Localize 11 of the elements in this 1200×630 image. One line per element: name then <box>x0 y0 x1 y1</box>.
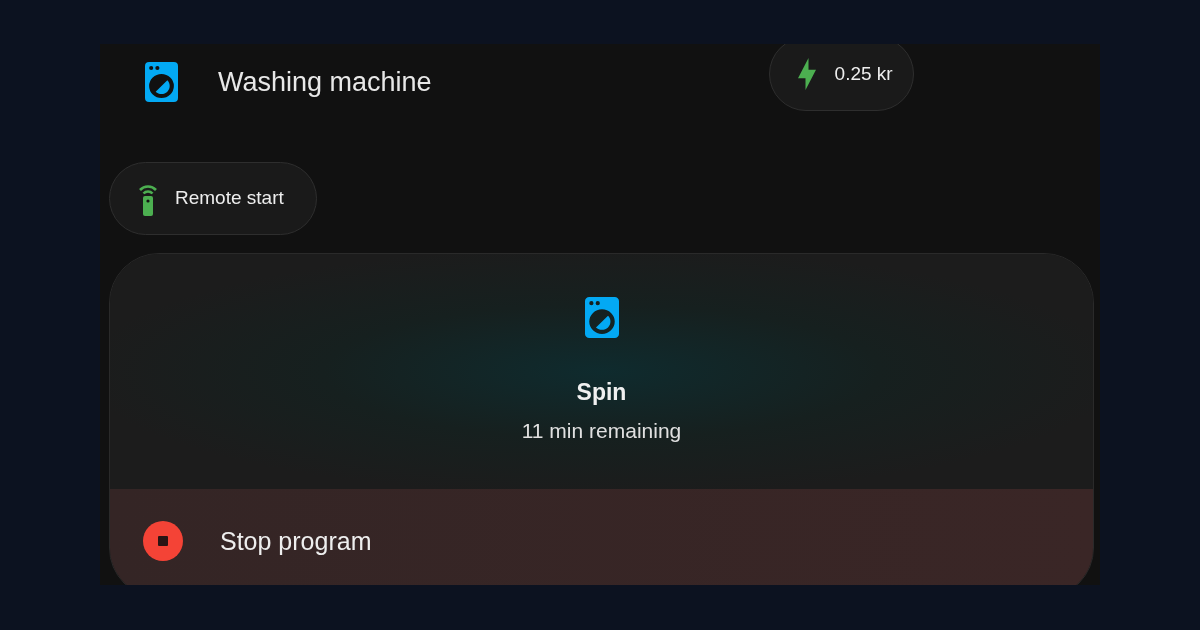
program-name: Spin <box>576 378 627 407</box>
time-remaining: 11 min remaining <box>521 418 682 444</box>
cost-value: 0.25 kr <box>834 61 893 86</box>
washing-machine-icon <box>584 297 619 338</box>
remote-start-chip[interactable]: Remote start <box>109 162 317 235</box>
stop-program-button[interactable]: Stop program <box>110 489 1093 585</box>
cost-badge[interactable]: 0.25 kr <box>768 44 914 111</box>
lightning-bolt-icon <box>797 58 816 90</box>
stop-icon <box>143 521 183 561</box>
device-title: Washing machine <box>218 66 432 99</box>
washing-machine-icon <box>145 62 178 102</box>
